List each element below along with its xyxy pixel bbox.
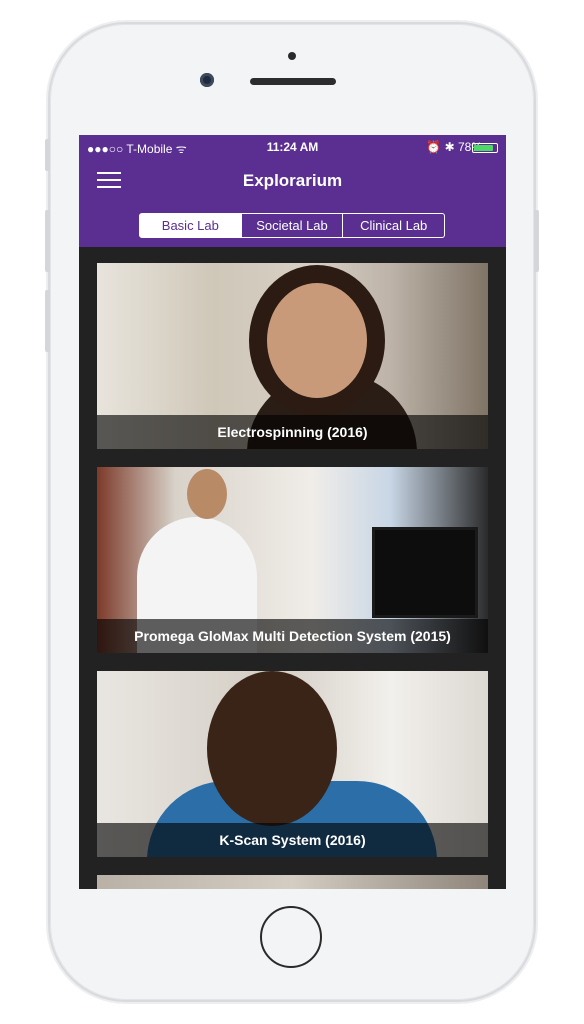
home-button[interactable] — [260, 906, 322, 968]
power-button — [534, 210, 539, 272]
person-head — [187, 469, 227, 519]
navbar: ●●●○○ T-Mobile ᯤ 11:24 AM ⏰ ✱ 78% Explor… — [79, 135, 506, 247]
proximity-sensor — [288, 52, 296, 60]
status-bar: ●●●○○ T-Mobile ᯤ 11:24 AM ⏰ ✱ 78% — [79, 135, 506, 159]
app-screen: ●●●○○ T-Mobile ᯤ 11:24 AM ⏰ ✱ 78% Explor… — [79, 135, 506, 889]
earpiece-speaker — [250, 78, 336, 85]
tab-clinical-lab[interactable]: Clinical Lab — [342, 214, 444, 237]
computer-monitor — [372, 527, 478, 618]
tab-societal-lab[interactable]: Societal Lab — [240, 214, 343, 237]
lab-segmented-control: Basic Lab Societal Lab Clinical Lab — [139, 213, 445, 238]
video-card-partial[interactable] — [97, 875, 488, 889]
video-caption: K-Scan System (2016) — [97, 823, 488, 857]
video-card-promega-glomax[interactable]: Promega GloMax Multi Detection System (2… — [97, 467, 488, 653]
video-caption: Electrospinning (2016) — [97, 415, 488, 449]
mute-switch — [45, 139, 50, 171]
battery-fill — [474, 145, 493, 151]
volume-up-button — [45, 210, 50, 272]
video-caption: Promega GloMax Multi Detection System (2… — [97, 619, 488, 653]
video-card-electrospinning[interactable]: Electrospinning (2016) — [97, 263, 488, 449]
alarm-bluetooth-icons: ⏰ ✱ — [426, 140, 458, 154]
person-head — [207, 671, 337, 826]
front-camera — [200, 73, 214, 87]
page-title: Explorarium — [242, 171, 343, 190]
video-list: Electrospinning (2016) Promega GloMax Mu… — [79, 263, 506, 889]
person-head — [267, 283, 367, 398]
video-card-k-scan[interactable]: K-Scan System (2016) — [97, 671, 488, 857]
battery-icon — [472, 143, 498, 153]
tab-basic-lab[interactable]: Basic Lab — [140, 214, 241, 237]
volume-down-button — [45, 290, 50, 352]
